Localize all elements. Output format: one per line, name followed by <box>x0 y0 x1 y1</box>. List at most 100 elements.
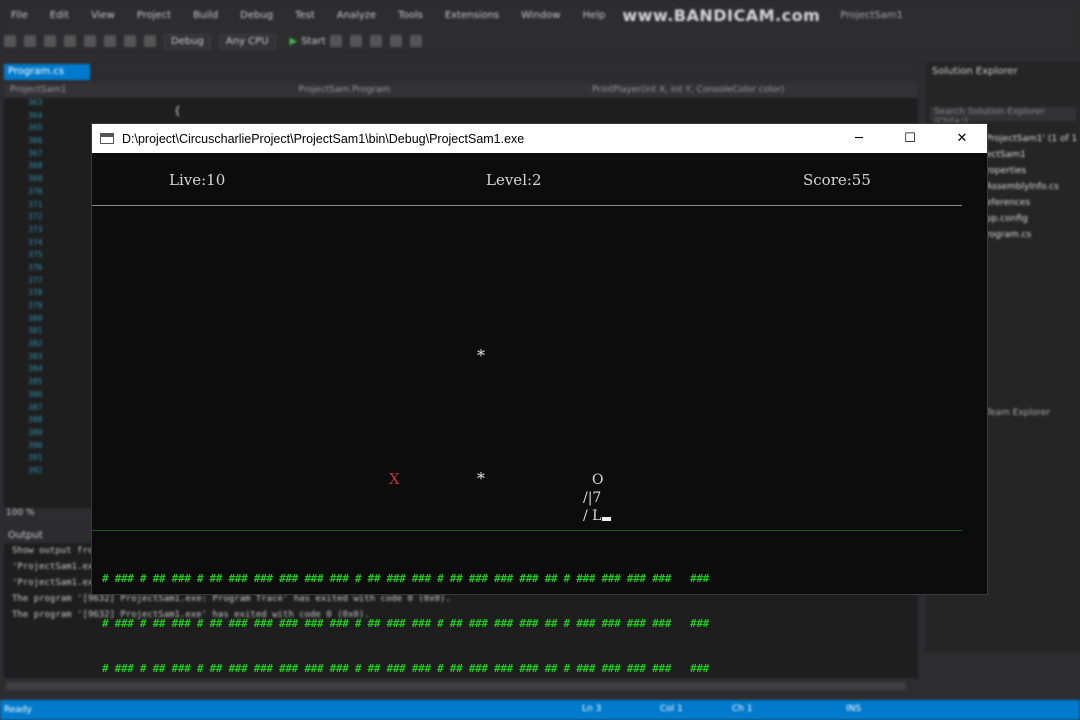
tab-label: Program.cs <box>8 66 65 77</box>
save-all-icon[interactable] <box>104 35 116 47</box>
line-number: 391 <box>28 453 43 463</box>
forward-icon[interactable] <box>24 35 36 47</box>
undo-icon[interactable] <box>124 35 136 47</box>
line-number: 383 <box>28 351 43 361</box>
line-number: 365 <box>28 123 43 133</box>
line-number: 386 <box>28 389 43 399</box>
ground-row: # ### # ## ### # ## ### ### ### ### ### … <box>102 662 709 675</box>
back-icon[interactable] <box>4 35 16 47</box>
new-project-icon[interactable] <box>44 35 56 47</box>
player-body: /|7 <box>583 490 602 506</box>
menu-view[interactable]: View <box>80 10 126 21</box>
save-icon[interactable] <box>84 35 96 47</box>
menu-build[interactable]: Build <box>182 10 229 21</box>
menu-extensions[interactable]: Extensions <box>434 10 510 21</box>
console-title: D:\project\CircuscharlieProject\ProjectS… <box>122 131 525 146</box>
redo-icon[interactable] <box>144 35 156 47</box>
lives-counter: Live:10 <box>169 171 226 189</box>
line-number: 364 <box>28 110 43 120</box>
menu-debug[interactable]: Debug <box>229 10 284 21</box>
game-screen: Live:10 Level:2 Score:55 * * X O /|7 / L… <box>92 153 987 675</box>
nav-project[interactable]: ProjectSam1 <box>4 85 73 95</box>
line-number: 373 <box>28 224 43 234</box>
maximize-icon: ☐ <box>904 131 916 146</box>
line-number: 366 <box>28 136 43 146</box>
line-number: 367 <box>28 148 43 158</box>
ground-tiles: # ### # ## ### # ## ### ### ### ### ### … <box>102 541 962 675</box>
toolbar: Debug Any CPU ▶ Start <box>0 30 1080 52</box>
line-number: 372 <box>28 212 43 222</box>
star-projectile: * <box>477 469 485 488</box>
line-number: 388 <box>28 415 43 425</box>
document-tabs: Program.cs <box>0 62 920 80</box>
menu-help[interactable]: Help <box>572 10 617 21</box>
text-cursor <box>602 517 612 521</box>
menu-project[interactable]: Project <box>126 10 182 21</box>
comment-icon[interactable] <box>409 35 422 47</box>
line-number: 370 <box>28 186 43 196</box>
hot-reload-icon[interactable] <box>349 35 362 47</box>
line-number: 382 <box>28 339 43 349</box>
line-number: 379 <box>28 301 43 310</box>
line-number: 387 <box>28 402 43 412</box>
line-number: 385 <box>28 377 43 387</box>
line-number: 376 <box>28 262 43 272</box>
start-button[interactable]: Start <box>301 36 325 47</box>
configuration-dropdown[interactable]: Debug <box>164 33 211 49</box>
line-number: 377 <box>28 275 43 285</box>
ground-row: # ### # ## ### # ## ### ### ### ### ### … <box>102 572 709 585</box>
close-icon: ✕ <box>956 131 968 146</box>
line-number: 371 <box>28 199 43 209</box>
line-number-gutter: 363 364 365 366 367 368 369 370 371 372 … <box>4 98 54 508</box>
menu-bar: File Edit View Project Build Debug Test … <box>0 0 1080 30</box>
menu-tools[interactable]: Tools <box>387 10 434 21</box>
line-number: 368 <box>28 161 43 171</box>
line-number: 390 <box>28 440 43 450</box>
star-projectile: * <box>477 346 485 365</box>
player-character: O /|7 / L <box>583 471 612 525</box>
ground-row: # ### # ## ### # ## ### ### ### ### ### … <box>102 617 709 630</box>
enemy-x: X <box>389 470 400 488</box>
platform-dropdown[interactable]: Any CPU <box>218 33 276 49</box>
menu-analyze[interactable]: Analyze <box>326 10 387 21</box>
console-title-bar[interactable]: D:\project\CircuscharlieProject\ProjectS… <box>92 124 987 153</box>
bandicam-watermark: www.BANDICAM.com <box>622 5 821 25</box>
minimize-button[interactable]: ─ <box>836 124 882 153</box>
hud-divider <box>92 205 962 206</box>
menu-window[interactable]: Window <box>510 10 571 21</box>
tab-team-explorer[interactable]: Team Explorer <box>986 408 1050 418</box>
line-number: 381 <box>28 326 43 336</box>
score-counter: Score:55 <box>803 171 871 189</box>
nav-class[interactable]: ProjectSam.Program <box>293 85 397 95</box>
menu-file[interactable]: File <box>0 10 39 21</box>
solution-explorer-title: Solution Explorer <box>932 66 1018 77</box>
line-number: 389 <box>28 427 43 437</box>
bookmark-icon[interactable] <box>389 35 402 47</box>
open-icon[interactable] <box>64 35 76 47</box>
start-play-icon[interactable]: ▶ <box>290 36 298 47</box>
menu-edit[interactable]: Edit <box>39 10 80 21</box>
line-number: 384 <box>28 364 43 374</box>
tab-program-cs[interactable]: Program.cs <box>4 64 90 80</box>
step-icon[interactable] <box>369 35 382 47</box>
player-legs: / L <box>583 508 602 524</box>
nav-member[interactable]: PrintPlayer(int X, int Y, ConsoleColor c… <box>586 85 790 95</box>
line-number: 374 <box>28 237 43 247</box>
fire-icon[interactable] <box>329 35 342 47</box>
ground-divider <box>92 530 962 531</box>
zoom-level[interactable]: 100 % <box>6 508 35 518</box>
code-brace: { <box>174 104 181 117</box>
solution-search-input[interactable]: Search Solution Explorer (Ctrl+;) <box>930 107 1076 127</box>
line-number: 369 <box>28 174 43 184</box>
console-app-icon <box>100 133 114 144</box>
close-button[interactable]: ✕ <box>939 124 985 153</box>
project-title: ProjectSam1 <box>840 9 904 21</box>
player-head: O <box>592 472 604 488</box>
minimize-icon: ─ <box>855 131 863 146</box>
maximize-button[interactable]: ☐ <box>887 124 933 153</box>
line-number: 392 <box>28 465 43 475</box>
line-number: 380 <box>28 313 43 323</box>
menu-test[interactable]: Test <box>284 10 326 21</box>
line-number: 378 <box>28 288 43 298</box>
level-indicator: Level:2 <box>486 171 542 189</box>
